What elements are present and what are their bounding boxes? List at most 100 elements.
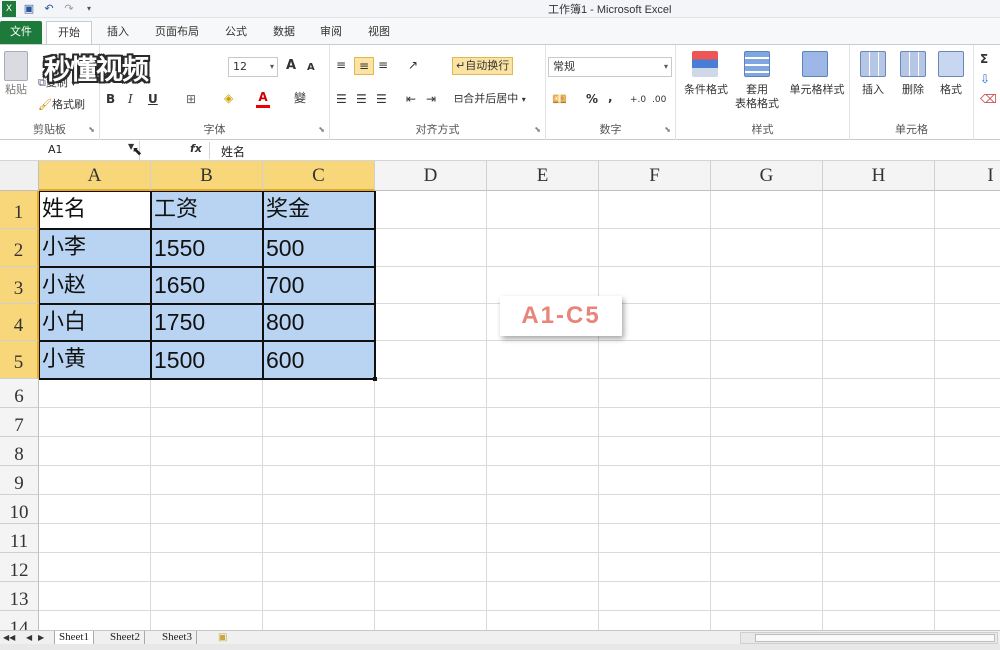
shrink-font-button[interactable]: A (307, 60, 315, 76)
cell-c4[interactable]: 800 (263, 304, 375, 341)
undo-icon[interactable]: ↶ (42, 1, 56, 17)
align-right-icon[interactable]: ☰ (376, 91, 387, 107)
first-sheet-icon[interactable]: ◀◀ (3, 631, 15, 645)
decrease-decimal-button[interactable]: .00 (652, 92, 666, 108)
column-header-b[interactable]: B (151, 161, 263, 191)
insert-cells-icon[interactable] (860, 51, 886, 77)
number-launcher-icon[interactable]: ⬊ (664, 125, 671, 134)
font-launcher-icon[interactable]: ⬊ (318, 125, 325, 134)
format-as-table-button[interactable]: 表格格式 (726, 97, 788, 111)
fill-icon[interactable]: ⇩ (980, 71, 990, 87)
tab-insert[interactable]: 插入 (100, 21, 136, 44)
tab-review[interactable]: 审阅 (313, 21, 349, 44)
cell-c3[interactable]: 700 (263, 267, 375, 304)
row-header-8[interactable]: 8 (0, 437, 39, 466)
tab-page-layout[interactable]: 页面布局 (148, 21, 206, 44)
cell-styles-button[interactable]: 单元格样式 (786, 83, 848, 97)
comma-button[interactable]: , (608, 89, 613, 105)
prev-sheet-icon[interactable]: ◀ (26, 631, 32, 645)
align-top-icon[interactable]: ≡ (336, 57, 346, 73)
italic-button[interactable]: I (128, 91, 133, 107)
font-size-select[interactable]: 12 ▾ (228, 57, 278, 77)
scrollbar-thumb[interactable] (755, 634, 995, 642)
tab-file[interactable]: 文件 (0, 21, 42, 44)
pinyin-button[interactable]: 變 (294, 90, 306, 106)
column-header-g[interactable]: G (711, 161, 823, 191)
merge-center-button[interactable]: ⊟合并后居中 ▾ (454, 91, 526, 108)
clear-icon[interactable]: ⌫ (980, 91, 997, 107)
name-box[interactable]: A1 (0, 141, 140, 160)
row-header-7[interactable]: 7 (0, 408, 39, 437)
cell-a4[interactable]: 小白 (39, 304, 151, 341)
alignment-launcher-icon[interactable]: ⬊ (534, 125, 541, 134)
sheet-tab-2[interactable]: Sheet2 (106, 631, 145, 645)
wrap-text-button[interactable]: ↵自动换行 (452, 57, 514, 75)
column-header-c[interactable]: C (263, 161, 375, 191)
percent-button[interactable]: % (586, 91, 598, 107)
fill-color-icon[interactable]: ◈ (224, 90, 233, 106)
cell-c5[interactable]: 600 (263, 341, 375, 379)
cell-a1[interactable]: 姓名 (39, 191, 151, 229)
grow-font-button[interactable]: A (286, 58, 296, 74)
row-header-2[interactable]: 2 (0, 229, 39, 267)
align-bottom-icon[interactable]: ≡ (378, 57, 388, 73)
align-left-icon[interactable]: ☰ (336, 91, 347, 107)
row-header-4[interactable]: 4 (0, 304, 39, 341)
border-icon[interactable]: ⊞ (186, 91, 196, 107)
spreadsheet-grid[interactable]: A B C D E F G H I 1 2 3 4 5 6 7 8 9 10 11 12 13 14 姓名 工资 奖金 小李 1550… (0, 161, 1000, 630)
tab-data[interactable]: 数据 (266, 21, 302, 44)
cell-a3[interactable]: 小赵 (39, 267, 151, 304)
row-header-10[interactable]: 10 (0, 495, 39, 524)
conditional-format-button[interactable]: 条件格式 (678, 83, 734, 97)
insert-function-button[interactable]: fx (190, 142, 202, 155)
currency-icon[interactable]: 💴 (552, 91, 567, 107)
row-header-9[interactable]: 9 (0, 466, 39, 495)
format-painter-button[interactable]: 🖌格式刷 (38, 97, 85, 113)
align-center-icon[interactable]: ☰ (356, 91, 367, 107)
increase-decimal-button[interactable]: +.0 (630, 92, 646, 108)
orientation-icon[interactable]: ↗ (408, 57, 418, 73)
delete-cells-button[interactable]: 删除 (894, 83, 932, 97)
align-middle-icon[interactable]: ≡ (354, 57, 374, 75)
cell-b4[interactable]: 1750 (151, 304, 263, 341)
row-header-3[interactable]: 3 (0, 267, 39, 304)
redo-icon[interactable]: ↷ (62, 1, 76, 17)
conditional-format-icon[interactable] (692, 51, 718, 77)
row-header-13[interactable]: 13 (0, 582, 39, 611)
autosum-icon[interactable]: Σ (980, 51, 988, 67)
insert-cells-button[interactable]: 插入 (854, 83, 892, 97)
bold-button[interactable]: B (106, 91, 115, 107)
cell-a2[interactable]: 小李 (39, 229, 151, 267)
save-icon[interactable]: ▣ (22, 1, 36, 17)
sheet-tab-3[interactable]: Sheet3 (158, 631, 197, 645)
underline-button[interactable]: U (148, 91, 158, 107)
row-header-5[interactable]: 5 (0, 341, 39, 379)
customize-qat-icon[interactable]: ▾ (82, 1, 96, 17)
format-as-table-icon[interactable] (744, 51, 770, 77)
font-color-button[interactable]: A (256, 89, 270, 108)
tab-view[interactable]: 视图 (361, 21, 397, 44)
column-header-a[interactable]: A (39, 161, 151, 191)
column-header-f[interactable]: F (599, 161, 711, 191)
row-header-14[interactable]: 14 (0, 611, 39, 630)
column-header-d[interactable]: D (375, 161, 487, 191)
format-cells-button[interactable]: 格式 (932, 83, 970, 97)
cell-b2[interactable]: 1550 (151, 229, 263, 267)
cell-a5[interactable]: 小黄 (39, 341, 151, 379)
paste-icon[interactable] (4, 51, 28, 81)
row-header-12[interactable]: 12 (0, 553, 39, 582)
format-cells-icon[interactable] (938, 51, 964, 77)
number-format-select[interactable]: 常规 ▾ (548, 57, 672, 77)
horizontal-scrollbar[interactable] (740, 632, 998, 644)
column-header-h[interactable]: H (823, 161, 935, 191)
cell-b1[interactable]: 工资 (151, 191, 263, 229)
delete-cells-icon[interactable] (900, 51, 926, 77)
row-header-1[interactable]: 1 (0, 191, 39, 229)
column-header-e[interactable]: E (487, 161, 599, 191)
cell-styles-icon[interactable] (802, 51, 828, 77)
row-header-6[interactable]: 6 (0, 379, 39, 408)
row-header-11[interactable]: 11 (0, 524, 39, 553)
tab-home[interactable]: 开始 (46, 21, 92, 44)
cell-c1[interactable]: 奖金 (263, 191, 375, 229)
decrease-indent-icon[interactable]: ⇤ (406, 91, 416, 107)
